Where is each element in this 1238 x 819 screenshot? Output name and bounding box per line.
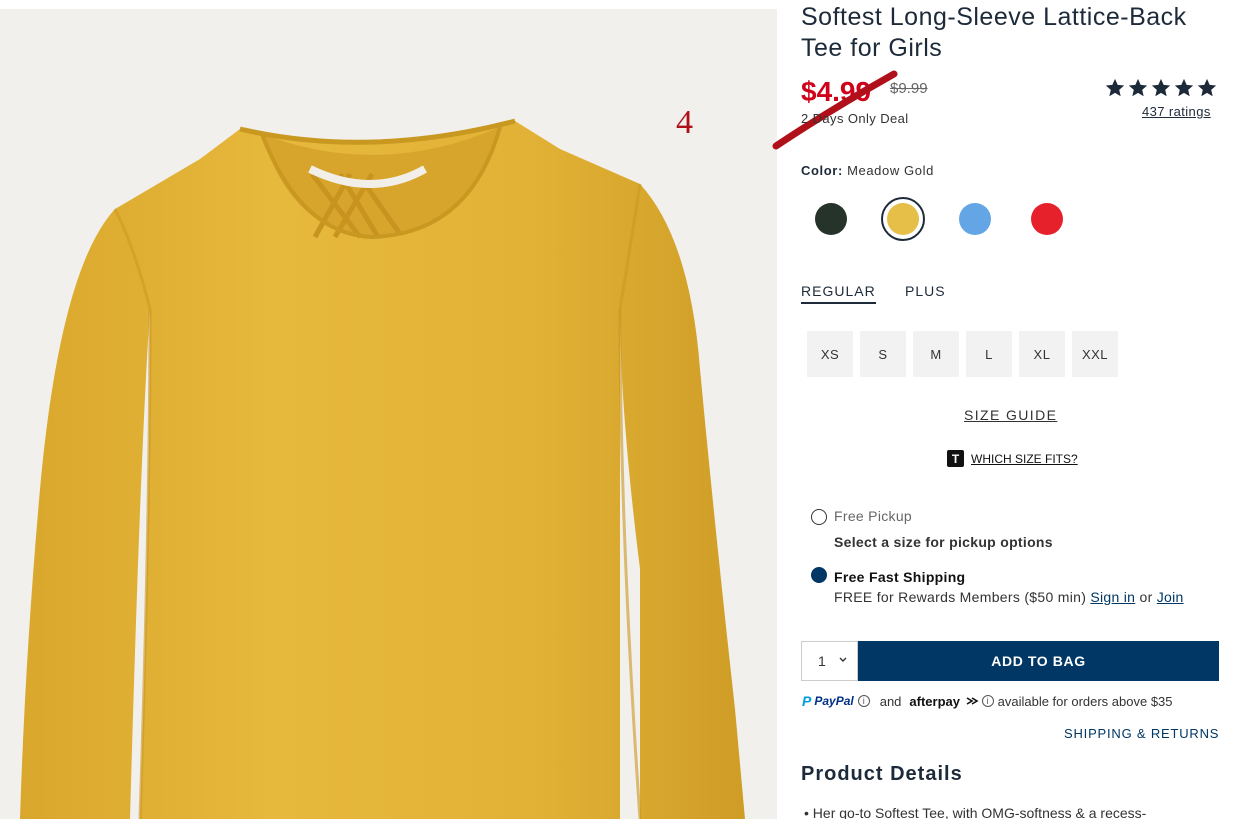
color-swatch-dark-green[interactable] xyxy=(815,203,847,235)
deal-text: 2 Days Only Deal xyxy=(801,111,909,126)
star-icon xyxy=(1105,78,1125,97)
afterpay-text: afterpay xyxy=(909,693,960,709)
pickup-radio[interactable] xyxy=(811,509,827,525)
afterpay-info-icon[interactable]: i xyxy=(981,695,994,707)
sale-price: $4.99 xyxy=(801,76,872,107)
which-size-fits-link[interactable]: WHICH SIZE FITS? xyxy=(971,452,1078,466)
paypal-info-icon[interactable]: i xyxy=(857,695,870,707)
product-title: Softest Long-Sleeve Lattice-Back Tee for… xyxy=(801,3,1187,62)
original-price: $9.99 xyxy=(890,80,928,97)
ratings-link[interactable]: 437 ratings xyxy=(1142,104,1211,119)
shirt-illustration xyxy=(20,118,745,819)
which-size-fits[interactable]: T WHICH SIZE FITS? xyxy=(947,450,1078,467)
size-guide-link[interactable]: SIZE GUIDE xyxy=(964,407,1057,423)
and-text: and xyxy=(879,693,902,709)
shipping-label: Free Fast Shipping xyxy=(834,569,966,585)
sign-in-link[interactable]: Sign in xyxy=(1090,589,1135,605)
annotation-number: 4 xyxy=(676,104,693,141)
payment-options: P PayPal i and afterpay i available for … xyxy=(802,693,1173,709)
or-text: or xyxy=(1139,589,1153,605)
star-rating[interactable] xyxy=(1104,77,1218,99)
size-button-m[interactable]: M xyxy=(913,331,959,377)
color-label-prefix: Color: xyxy=(801,163,843,178)
add-to-bag-button[interactable]: ADD TO BAG xyxy=(858,641,1219,681)
star-icon xyxy=(1174,78,1194,97)
paypal-logo: P PayPal xyxy=(802,693,854,709)
details-bullet-text: Her go-to Softest Tee, with OMG-softness… xyxy=(812,805,1147,819)
paypal-text: PayPal xyxy=(814,694,854,708)
payment-note: available for orders above $35 xyxy=(997,693,1173,709)
true-fit-logo-icon: T xyxy=(947,450,964,467)
star-icon xyxy=(1197,78,1217,97)
pickup-note: Select a size for pickup options xyxy=(834,534,1053,550)
size-button-xxl[interactable]: XXL xyxy=(1072,331,1118,377)
color-label: Color: Meadow Gold xyxy=(801,163,934,178)
shipping-note-text: FREE for Rewards Members ($50 min) xyxy=(834,589,1087,605)
chevron-down-icon xyxy=(839,657,847,662)
paypal-mark-icon: P xyxy=(802,693,812,709)
shipping-returns-link[interactable]: SHIPPING & RETURNS xyxy=(1064,726,1219,741)
color-swatch-meadow-gold[interactable] xyxy=(887,203,919,235)
selected-color-name: Meadow Gold xyxy=(847,163,934,178)
size-button-l[interactable]: L xyxy=(966,331,1012,377)
tab-regular[interactable]: REGULAR xyxy=(801,283,876,304)
tab-plus[interactable]: PLUS xyxy=(905,283,946,299)
join-link[interactable]: Join xyxy=(1157,589,1184,605)
size-button-xl[interactable]: XL xyxy=(1019,331,1065,377)
afterpay-arrows-icon xyxy=(966,696,979,705)
color-swatch-sky-blue[interactable] xyxy=(959,203,991,235)
quantity-value: 1 xyxy=(818,653,826,669)
color-swatch-red[interactable] xyxy=(1031,203,1063,235)
quantity-select[interactable]: 1 xyxy=(801,641,858,681)
pickup-label: Free Pickup xyxy=(834,508,912,524)
product-details-bullet: • Her go-to Softest Tee, with OMG-softne… xyxy=(804,805,1147,819)
size-button-s[interactable]: S xyxy=(860,331,906,377)
product-details-heading: Product Details xyxy=(801,763,963,785)
product-image[interactable]: 4 xyxy=(0,9,777,819)
shipping-radio[interactable] xyxy=(811,567,827,583)
shipping-note: FREE for Rewards Members ($50 min) Sign … xyxy=(834,589,1184,605)
size-button-xs[interactable]: XS xyxy=(807,331,853,377)
star-icon xyxy=(1128,78,1148,97)
afterpay-logo: afterpay xyxy=(909,694,979,709)
star-icon xyxy=(1151,78,1171,97)
